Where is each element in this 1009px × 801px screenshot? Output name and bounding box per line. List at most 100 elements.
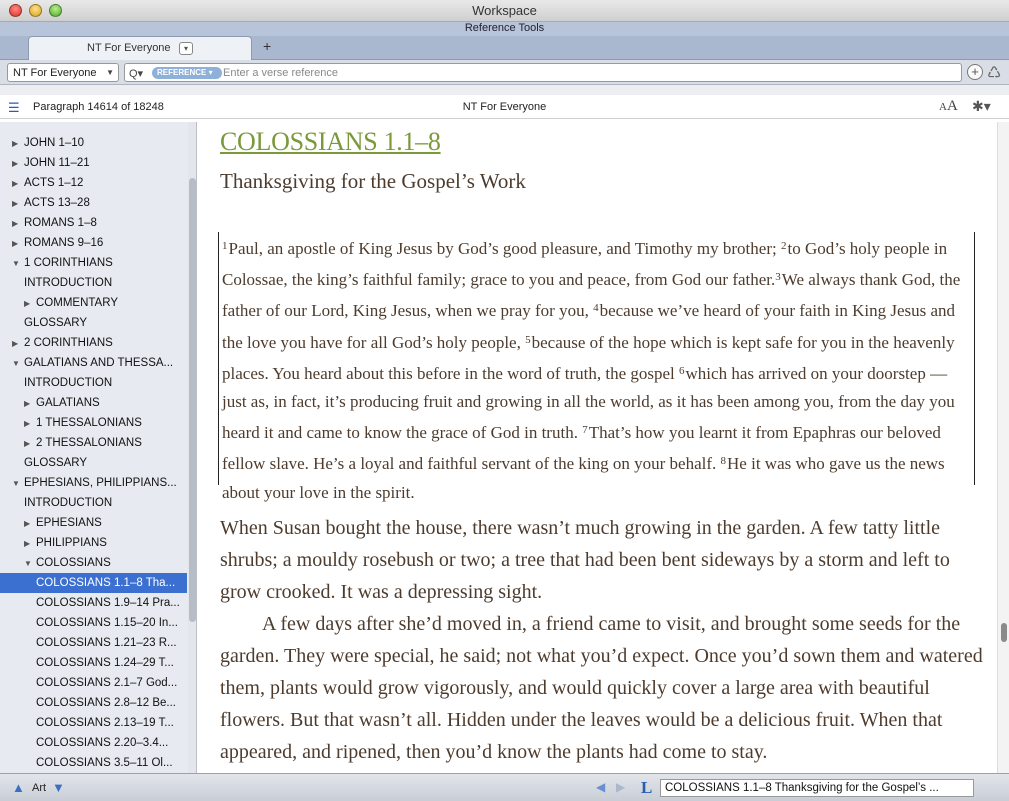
sidebar-item[interactable]: COLOSSIANS 1.9–14 Pra... xyxy=(0,593,187,613)
forward-arrow-icon[interactable]: ▶ xyxy=(616,780,625,794)
sidebar-item[interactable]: ▶ ACTS 13–28 xyxy=(0,193,187,213)
verse-number: 5 xyxy=(525,333,531,346)
triangle-down-icon[interactable]: ▼ xyxy=(52,780,65,795)
sidebar-item[interactable]: COLOSSIANS 2.8–12 Be... xyxy=(0,693,187,713)
sidebar-item[interactable]: ▶ 2 CORINTHIANS xyxy=(0,333,187,353)
sidebar-item[interactable]: COLOSSIANS 1.21–23 R... xyxy=(0,633,187,653)
disclosure-expanded-icon[interactable]: ▼ xyxy=(12,354,24,373)
reference-mode-button[interactable]: REFERENCE ▾ xyxy=(152,67,222,79)
sidebar-item[interactable]: ▼ COLOSSIANS xyxy=(0,553,187,573)
disclosure-collapsed-icon[interactable]: ▶ xyxy=(24,414,36,433)
disclosure-collapsed-icon[interactable]: ▶ xyxy=(12,174,24,193)
sidebar-item[interactable]: ▶ ROMANS 1–8 xyxy=(0,213,187,233)
link-set-icon[interactable]: ♺ xyxy=(987,63,1001,83)
sidebar-item[interactable]: COLOSSIANS 1.15–20 In... xyxy=(0,613,187,633)
sidebar-scrollbar[interactable] xyxy=(188,122,196,773)
sidebar-item-label: JOHN 11–21 xyxy=(24,157,90,169)
sidebar-item[interactable]: GLOSSARY xyxy=(0,313,187,333)
disclosure-collapsed-icon[interactable]: ▶ xyxy=(12,334,24,353)
chevron-down-icon: ▼ xyxy=(106,68,114,77)
sidebar-item[interactable]: INTRODUCTION xyxy=(0,273,187,293)
sidebar-item-label: COLOSSIANS 1.15–20 In... xyxy=(36,617,178,629)
sidebar-item[interactable]: ▶ EPHESIANS xyxy=(0,513,187,533)
sidebar-item-label: COLOSSIANS xyxy=(36,557,111,569)
sidebar-item-label: INTRODUCTION xyxy=(24,497,113,509)
sidebar-item-label: ROMANS 1–8 xyxy=(24,217,97,229)
sidebar-item-label: COMMENTARY xyxy=(36,297,118,309)
add-icon[interactable]: + xyxy=(967,64,983,80)
disclosure-collapsed-icon[interactable]: ▶ xyxy=(12,214,24,233)
sidebar-item-label: GLOSSARY xyxy=(24,457,88,469)
sidebar-item-label: GLOSSARY xyxy=(24,317,88,329)
section-heading[interactable]: COLOSSIANS 1.1–8 xyxy=(220,127,441,157)
tab-nt-for-everyone[interactable]: NT For Everyone ▾ xyxy=(28,36,252,60)
panel-title: NT For Everyone xyxy=(462,101,547,113)
disclosure-collapsed-icon[interactable]: ▶ xyxy=(24,394,36,413)
table-of-contents-sidebar: ▶ JOHN 1–10 ▶ JOHN 11–21 ▶ ACTS 1–12 ▶ ACTS 13–… xyxy=(0,122,197,773)
sidebar-item[interactable]: INTRODUCTION xyxy=(0,493,187,513)
commentary-text: When Susan bought the house, there wasn’… xyxy=(220,512,987,768)
disclosure-expanded-icon[interactable]: ▼ xyxy=(12,474,24,493)
verse-reference-input[interactable] xyxy=(223,65,943,80)
sidebar-item[interactable]: ▶ 1 THESSALONIANS xyxy=(0,413,187,433)
font-large-icon[interactable]: A xyxy=(947,98,958,114)
disclosure-collapsed-icon[interactable]: ▶ xyxy=(24,514,36,533)
bottom-bar: ▲ Art ▼ ◀ ▶ L COLOSSIANS 1.1–8 Thanksgiv… xyxy=(0,773,1009,801)
sidebar-item[interactable]: COLOSSIANS 1.24–29 T... xyxy=(0,653,187,673)
disclosure-expanded-icon[interactable]: ▼ xyxy=(24,554,36,573)
sidebar-item[interactable]: ▶ 2 THESSALONIANS xyxy=(0,433,187,453)
add-tab-icon[interactable]: + xyxy=(263,38,271,54)
sidebar-scroll-thumb[interactable] xyxy=(189,178,196,622)
sidebar-item[interactable]: ▼ GALATIANS AND THESSA... xyxy=(0,353,187,373)
disclosure-collapsed-icon[interactable]: ▶ xyxy=(12,154,24,173)
commentary-paragraph: When Susan bought the house, there wasn’… xyxy=(220,517,950,603)
sidebar-item[interactable]: INTRODUCTION xyxy=(0,373,187,393)
section-subheading: Thanksgiving for the Gospel’s Work xyxy=(220,169,526,193)
sidebar-item[interactable]: ▼ EPHESIANS, PHILIPPIANS... xyxy=(0,473,187,493)
resource-select[interactable]: NT For Everyone ▼ xyxy=(7,63,119,82)
sidebar-item[interactable]: ▶ PHILIPPIANS xyxy=(0,533,187,553)
disclosure-collapsed-icon[interactable]: ▶ xyxy=(12,134,24,153)
toolbar: NT For Everyone ▼ Q▾ REFERENCE ▾ + ♺ xyxy=(0,60,1009,85)
sidebar-item[interactable]: ▶ JOHN 1–10 xyxy=(0,133,187,153)
sidebar-item-label: COLOSSIANS 1.21–23 R... xyxy=(36,637,177,649)
sidebar-item[interactable]: COLOSSIANS 3.5–11 Ol... xyxy=(0,753,187,773)
tab-label: NT For Everyone xyxy=(87,42,171,54)
sidebar-item-label: COLOSSIANS 3.5–11 Ol... xyxy=(36,757,173,769)
sidebar-item[interactable]: ▶ ROMANS 9–16 xyxy=(0,233,187,253)
disclosure-expanded-icon[interactable]: ▼ xyxy=(12,254,24,273)
tab-menu-icon[interactable]: ▾ xyxy=(179,42,193,55)
content-scrollbar[interactable] xyxy=(997,122,1009,773)
disclosure-collapsed-icon[interactable]: ▶ xyxy=(12,194,24,213)
font-size-icon[interactable]: AA xyxy=(939,98,958,115)
disclosure-collapsed-icon[interactable]: ▶ xyxy=(24,534,36,553)
font-small-icon[interactable]: A xyxy=(939,101,947,113)
sidebar-item[interactable]: ▶ COMMENTARY xyxy=(0,293,187,313)
gear-icon[interactable]: ✱▾ xyxy=(972,98,991,115)
sidebar-item[interactable]: ▼ 1 CORINTHIANS xyxy=(0,253,187,273)
content-scroll-thumb[interactable] xyxy=(1001,623,1007,642)
sidebar-item-label: COLOSSIANS 1.1–8 Tha... xyxy=(36,577,176,589)
sidebar-item[interactable]: COLOSSIANS 1.1–8 Tha... xyxy=(0,573,187,593)
sidebar-item[interactable]: GLOSSARY xyxy=(0,453,187,473)
sidebar-item[interactable]: COLOSSIANS 2.1–7 God... xyxy=(0,673,187,693)
disclosure-collapsed-icon[interactable]: ▶ xyxy=(24,434,36,453)
sidebar-item[interactable]: COLOSSIANS 2.13–19 T... xyxy=(0,713,187,733)
sidebar-item[interactable]: ▶ JOHN 11–21 xyxy=(0,153,187,173)
sidebar-item-label: INTRODUCTION xyxy=(24,277,113,289)
sidebar-item[interactable]: ▶ ACTS 1–12 xyxy=(0,173,187,193)
search-icon[interactable]: Q▾ xyxy=(129,67,143,80)
triangle-up-icon[interactable]: ▲ xyxy=(12,780,25,795)
sidebar-item[interactable]: ▶ GALATIANS xyxy=(0,393,187,413)
sidebar-item-label: PHILIPPIANS xyxy=(36,537,107,549)
resource-select-value: NT For Everyone xyxy=(13,67,97,79)
window-subtitle: Reference Tools xyxy=(464,22,545,34)
verse-number: 6 xyxy=(679,364,685,377)
disclosure-collapsed-icon[interactable]: ▶ xyxy=(12,234,24,253)
link-icon[interactable]: L xyxy=(641,778,652,798)
back-arrow-icon[interactable]: ◀ xyxy=(596,780,605,794)
disclosure-collapsed-icon[interactable]: ▶ xyxy=(24,294,36,313)
art-label: Art xyxy=(32,782,47,794)
sidebar-item[interactable]: COLOSSIANS 2.20–3.4... xyxy=(0,733,187,753)
location-field[interactable]: COLOSSIANS 1.1–8 Thanksgiving for the Go… xyxy=(660,779,974,797)
